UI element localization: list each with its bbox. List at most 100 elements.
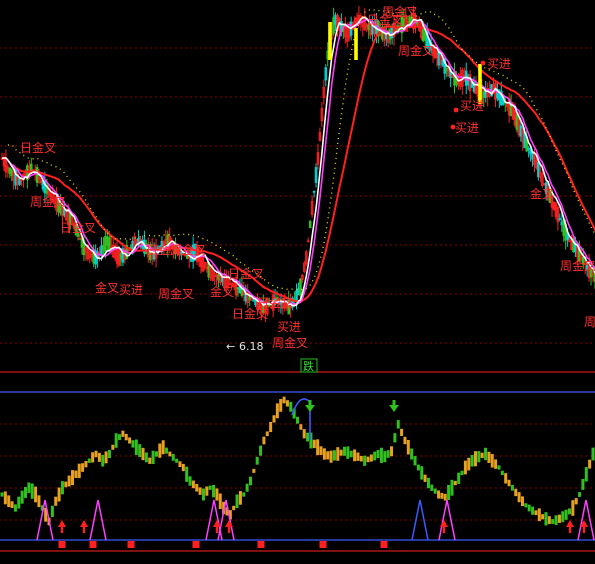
indicator-bar (50, 505, 54, 518)
indicator-bar (588, 459, 592, 469)
indicator-bar (37, 495, 41, 508)
indicator-bar (7, 495, 11, 508)
indicator-bar (487, 451, 491, 463)
signal-dot (480, 60, 486, 66)
candle-body (390, 25, 394, 39)
indicator-bar (403, 436, 407, 445)
candle-body (35, 167, 39, 183)
indicator-bar (158, 443, 162, 458)
indicator-bar (111, 444, 115, 450)
indicator-bar (312, 439, 316, 449)
low-point-arrow: ← (226, 340, 235, 353)
candle-body (248, 296, 252, 301)
indicator-bar (306, 432, 310, 442)
indicator-bar (396, 420, 400, 429)
signal-label: 金叉 (210, 284, 234, 299)
indicator-bar (494, 459, 498, 469)
indicator-bar (329, 450, 333, 463)
candle-body (252, 299, 255, 302)
red-square-marker (319, 541, 327, 548)
indicator-bar (144, 452, 148, 463)
indicator-bar (406, 439, 410, 455)
indicator-bar (154, 451, 158, 457)
indicator-bar (339, 449, 343, 456)
indicator-bar (296, 416, 299, 424)
indicator-bar (114, 433, 118, 448)
buy-marker-bar (478, 64, 482, 104)
indicator-bar (561, 511, 565, 523)
indicator-bar (416, 464, 420, 471)
indicator-bar (547, 516, 551, 525)
indicator-bar (195, 483, 199, 492)
indicator-bar (332, 450, 336, 461)
indicator-bar (349, 450, 353, 458)
indicator-bar (302, 429, 306, 439)
indicator-bar (124, 433, 128, 441)
indicator-bar (171, 454, 175, 461)
candle-body (295, 290, 298, 302)
candle-body (299, 278, 302, 296)
indicator-bar (460, 470, 464, 476)
red-square-marker (192, 541, 200, 548)
indicator-bar (20, 490, 24, 504)
indicator-bar (269, 421, 273, 433)
candle-body (423, 32, 427, 41)
indicator-bar (443, 493, 447, 501)
signal-label: 日金叉 (60, 220, 96, 235)
indicator-bar (426, 477, 430, 489)
indicator-bar (574, 498, 578, 505)
indicator-bar (383, 451, 387, 463)
indicator-bar (17, 496, 21, 509)
indicator-bar (390, 446, 394, 457)
red-square-marker (58, 541, 66, 548)
candle-body (308, 221, 312, 228)
indicator-bar (510, 484, 514, 491)
indicator-bar (212, 485, 216, 498)
indicator-bar (497, 465, 501, 470)
indicator-bar (141, 447, 145, 461)
indicator-bar (134, 439, 138, 455)
indicator-bar (84, 460, 88, 468)
indicator-bar (470, 454, 474, 467)
indicator-bar (118, 434, 122, 441)
indicator-bar (13, 504, 17, 512)
indicator-bar (433, 488, 437, 494)
fall-badge: 跌 (300, 358, 318, 373)
indicator-bar (430, 484, 434, 491)
signal-label: 周金叉 (170, 242, 206, 257)
signal-label: 买进 (487, 57, 511, 71)
indicator-bar (218, 493, 222, 509)
indicator-bar (463, 460, 467, 475)
indicator-bar (208, 485, 212, 490)
indicator-bar (0, 492, 4, 497)
up-arrow-stem (227, 527, 231, 533)
indicator-bar (138, 444, 142, 458)
indicator-bar (64, 481, 68, 488)
red-square-marker (257, 541, 265, 548)
indicator-bar (413, 456, 417, 466)
indicator-bar (60, 481, 64, 495)
candle-body (107, 237, 111, 252)
indicator-bar (275, 403, 279, 419)
low-point-price: 6.18 (239, 340, 264, 353)
up-arrow-stem (215, 527, 219, 533)
indicator-bar (480, 452, 484, 458)
red-square-marker (380, 541, 388, 548)
indicator-bar (473, 451, 477, 467)
signal-label: 买进 (119, 283, 143, 297)
indicator-bar (215, 488, 219, 501)
indicator-bar (527, 504, 531, 512)
indicator-bar (131, 440, 135, 448)
indicator-bar (198, 487, 202, 495)
candle-body (104, 236, 107, 253)
indicator-bar (262, 436, 266, 445)
indicator-bar (175, 458, 179, 463)
indicator-bar (148, 457, 152, 464)
indicator-bar (71, 470, 75, 486)
indicator-bar (517, 492, 521, 503)
indicator-bar (537, 508, 541, 522)
indicator-bar (564, 509, 568, 520)
candle-body (560, 221, 564, 226)
candle-body (8, 167, 12, 174)
indicator-bar (87, 458, 91, 463)
